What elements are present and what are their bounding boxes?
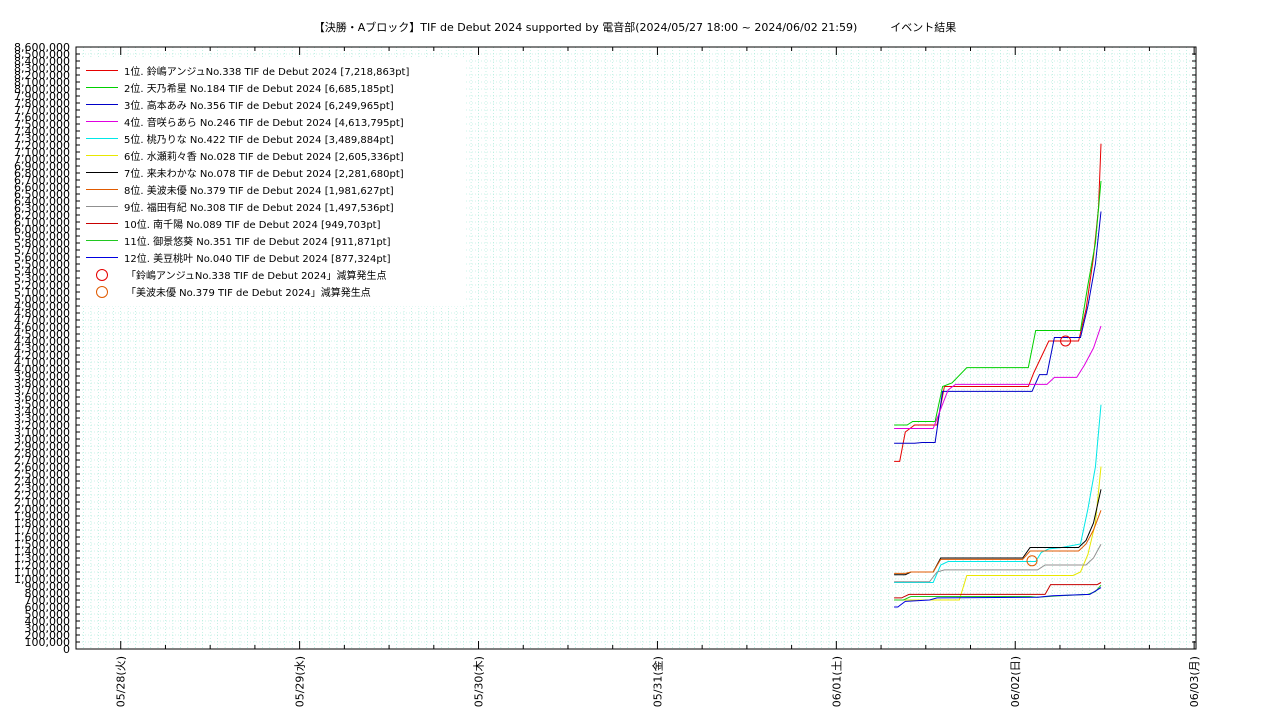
legend-label: 「美波未優 No.379 TIF de Debut 2024」減算発生点 xyxy=(126,288,371,299)
legend-swatch xyxy=(86,104,118,105)
x-tick-label: 06/01(土) xyxy=(830,656,843,707)
legend-label: 3位. 高本あみ No.356 TIF de Debut 2024 [6,249… xyxy=(124,101,394,112)
legend-label: 8位. 美波未優 No.379 TIF de Debut 2024 [1,981… xyxy=(124,186,394,197)
legend-label: 4位. 音咲らあら No.246 TIF de Debut 2024 [4,61… xyxy=(124,118,404,129)
series-line-12 xyxy=(894,587,1102,608)
x-tick-label: 05/29(水) xyxy=(294,656,307,707)
legend-swatch xyxy=(86,206,118,207)
legend-swatch xyxy=(86,121,118,122)
legend-item: 2位. 天乃希星 No.184 TIF de Debut 2024 [6,685… xyxy=(82,79,394,96)
legend-item: 4位. 音咲らあら No.246 TIF de Debut 2024 [4,61… xyxy=(82,113,404,130)
legend-item: 1位. 鈴嶋アンジュNo.338 TIF de Debut 2024 [7,21… xyxy=(82,62,409,79)
series-lines xyxy=(894,143,1102,608)
series-line-5 xyxy=(894,404,1102,583)
x-tick-label: 06/02(日) xyxy=(1009,656,1022,707)
legend-item: 9位. 福田有紀 No.308 TIF de Debut 2024 [1,497… xyxy=(82,198,394,215)
legend-item: 6位. 水瀬莉々香 No.028 TIF de Debut 2024 [2,60… xyxy=(82,147,404,164)
legend-swatch xyxy=(86,155,118,156)
legend-label: 2位. 天乃希星 No.184 TIF de Debut 2024 [6,685… xyxy=(124,84,394,95)
legend-swatch xyxy=(86,223,118,224)
legend-swatch xyxy=(86,138,118,139)
series-line-8 xyxy=(894,510,1102,574)
x-tick-label: 05/31(金) xyxy=(650,656,664,707)
legend-swatch xyxy=(86,257,118,258)
legend-item: 5位. 桃乃りな No.422 TIF de Debut 2024 [3,489… xyxy=(82,130,394,147)
legend-label: 6位. 水瀬莉々香 No.028 TIF de Debut 2024 [2,60… xyxy=(124,152,404,163)
deduction-marker-2 xyxy=(1026,555,1038,567)
legend-item: 3位. 高本あみ No.356 TIF de Debut 2024 [6,249… xyxy=(82,96,394,113)
x-tick-label: 05/28(火) xyxy=(115,656,128,707)
chart-legend: 1位. 鈴嶋アンジュNo.338 TIF de Debut 2024 [7,21… xyxy=(82,58,464,306)
legend-item: 11位. 御景悠葵 No.351 TIF de Debut 2024 [911,… xyxy=(82,232,390,249)
legend-label: 1位. 鈴嶋アンジュNo.338 TIF de Debut 2024 [7,21… xyxy=(124,67,410,78)
legend-item: 12位. 美豆桃叶 No.040 TIF de Debut 2024 [877,… xyxy=(82,249,390,266)
series-line-3 xyxy=(894,211,1102,444)
x-tick-label: 06/03(月) xyxy=(1188,656,1201,707)
legend-item: 8位. 美波未優 No.379 TIF de Debut 2024 [1,981… xyxy=(82,181,394,198)
series-line-1 xyxy=(894,143,1102,462)
legend-label: 11位. 御景悠葵 No.351 TIF de Debut 2024 [911,… xyxy=(124,237,391,248)
legend-swatch xyxy=(86,240,118,241)
markers xyxy=(1026,335,1072,567)
legend-label: 5位. 桃乃りな No.422 TIF de Debut 2024 [3,489… xyxy=(124,135,394,146)
legend-marker-circle xyxy=(96,285,108,298)
legend-swatch xyxy=(86,70,118,71)
legend-label: 10位. 南千陽 No.089 TIF de Debut 2024 [949,7… xyxy=(124,220,381,231)
legend-swatch xyxy=(86,87,118,88)
legend-label: 9位. 福田有紀 No.308 TIF de Debut 2024 [1,497… xyxy=(124,203,394,214)
x-tick-label: 05/30(木) xyxy=(473,656,486,707)
series-line-9 xyxy=(894,543,1102,583)
series-line-6 xyxy=(894,466,1102,601)
legend-label: 「鈴嶋アンジュNo.338 TIF de Debut 2024」減算発生点 xyxy=(126,271,387,282)
legend-item: 「鈴嶋アンジュNo.338 TIF de Debut 2024」減算発生点 xyxy=(82,266,387,283)
legend-label: 12位. 美豆桃叶 No.040 TIF de Debut 2024 [877,… xyxy=(124,254,391,265)
legend-swatch xyxy=(86,172,118,173)
legend-label: 7位. 来未わかな No.078 TIF de Debut 2024 [2,28… xyxy=(124,169,404,180)
legend-item: 「美波未優 No.379 TIF de Debut 2024」減算発生点 xyxy=(82,283,371,300)
legend-item: 7位. 来未わかな No.078 TIF de Debut 2024 [2,28… xyxy=(82,164,404,181)
legend-swatch xyxy=(86,189,118,190)
y-tick-label: 8,600,000 xyxy=(14,41,70,54)
series-line-2 xyxy=(894,180,1102,426)
legend-marker-circle xyxy=(96,268,108,281)
legend-item: 10位. 南千陽 No.089 TIF de Debut 2024 [949,7… xyxy=(82,215,380,232)
